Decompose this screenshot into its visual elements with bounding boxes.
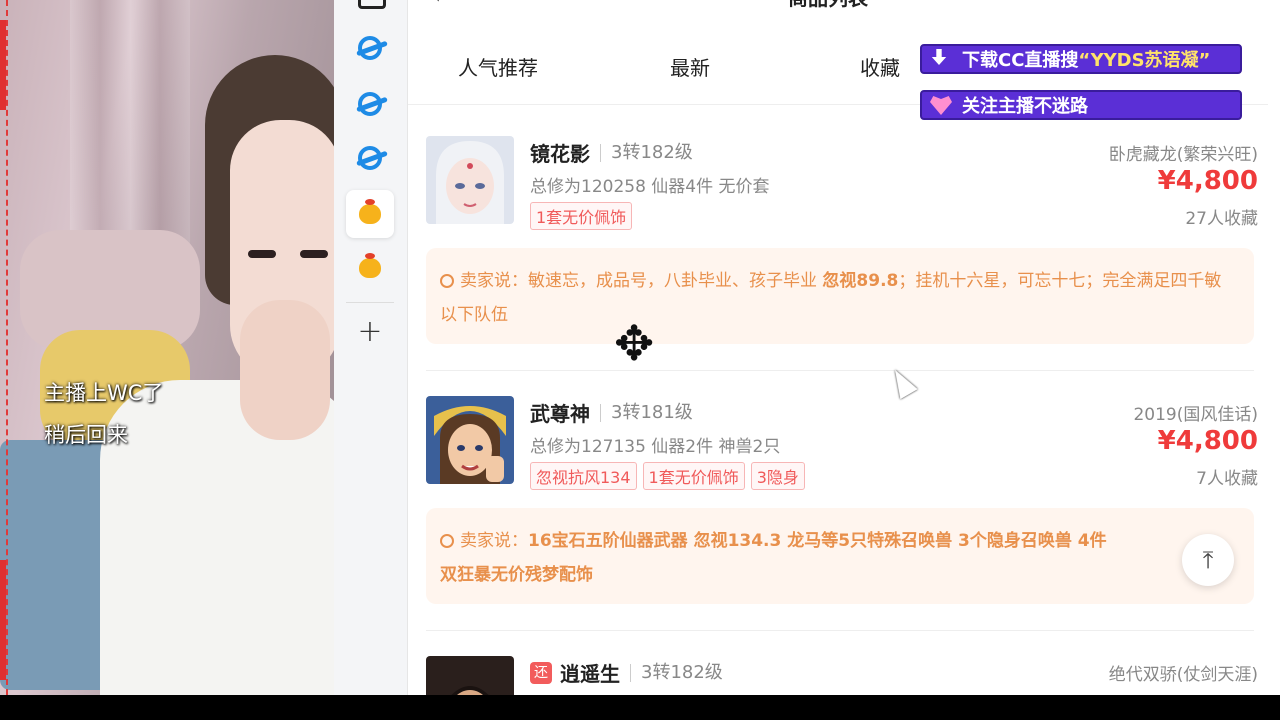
curtain xyxy=(70,0,130,260)
ie-icon xyxy=(358,36,382,60)
tab-newest[interactable]: 最新 xyxy=(670,52,710,81)
list-item[interactable]: 镜花影 3转182级 总修为120258 仙器4件 无价套 1套无价佩饰 卧虎藏… xyxy=(408,136,1268,366)
chick-icon xyxy=(359,253,381,278)
window-icon[interactable] xyxy=(358,0,386,9)
sidebar-app-ie[interactable] xyxy=(346,80,394,128)
download-icon xyxy=(931,49,947,65)
seller-note-label: 卖家说： xyxy=(460,271,528,291)
server-name: 卧虎藏龙(繁荣兴旺) xyxy=(1108,145,1258,165)
seller-note-highlight: 忽视89.8 xyxy=(822,271,899,291)
download-banner-text: 下载CC直播搜 xyxy=(962,50,1079,71)
character-name: 逍遥生 xyxy=(560,662,620,686)
sidebar-divider xyxy=(346,302,394,303)
item-title-row: 还 逍遥生 3转182级 xyxy=(530,658,723,687)
character-level: 3转181级 xyxy=(600,403,693,422)
screen: 主播上WC了 稍后回来 + ‹ 商品列表 人气推荐 最新 收藏 xyxy=(0,0,1280,695)
item-tag: 3隐身 xyxy=(750,462,805,490)
seller-note: 卖家说：敏速忘，成品号，八卦毕业、孩子毕业 忽视89.8；挂机十六星，可忘十七；… xyxy=(426,248,1254,344)
server-name: 绝代双骄(仗剑天涯) xyxy=(1108,665,1258,685)
sidebar-app-ie[interactable] xyxy=(346,134,394,182)
download-banner: 下载CC直播搜 “YYDS苏语凝” xyxy=(920,44,1242,74)
item-tag: 1套无价佩饰 xyxy=(642,462,745,490)
item-title-row: 武尊神 3转181级 xyxy=(530,398,693,427)
favorite-count: 7人收藏 xyxy=(1196,469,1258,489)
character-avatar xyxy=(426,396,514,484)
away-message-line: 稍后回来 xyxy=(44,423,128,447)
dashed-border xyxy=(6,0,8,695)
character-avatar-art xyxy=(426,136,514,224)
item-tag: 1套无价佩饰 xyxy=(530,202,633,230)
move-cursor-icon: ✥ xyxy=(614,316,655,372)
character-avatar xyxy=(426,136,514,224)
curtain xyxy=(130,0,190,260)
character-detail: 总修为127135 仙器2件 神兽2只 xyxy=(530,437,781,457)
sidebar-app-game-active[interactable] xyxy=(346,190,394,238)
follow-banner-text: 关注主播不迷路 xyxy=(962,96,1088,117)
tab-favorites[interactable]: 收藏 xyxy=(860,52,900,81)
tab-popular[interactable]: 人气推荐 xyxy=(458,52,538,81)
server-name: 2019(国风佳话) xyxy=(1133,405,1258,425)
seller-note-label: 卖家说： xyxy=(460,531,528,551)
arrow-up-icon: ⤒ xyxy=(1202,546,1214,574)
character-avatar-art xyxy=(426,656,514,695)
seller-note-highlight: 16宝石五阶仙器武器 忽视134.3 龙马等5只特殊召唤兽 3个隐身召唤兽 4件 xyxy=(528,531,1107,551)
seller-note-text: 敏速忘，成品号，八卦毕业、孩子毕业 xyxy=(528,271,823,291)
away-message-line: 主播上WC了 xyxy=(44,381,164,405)
character-avatar-art xyxy=(426,396,514,484)
download-banner-highlight: “YYDS苏语凝” xyxy=(1078,50,1211,71)
price: ¥4,800 xyxy=(1157,426,1258,456)
add-app-button[interactable]: + xyxy=(346,308,394,356)
list-divider xyxy=(426,630,1254,631)
character-detail: 总修为120258 仙器4件 无价套 xyxy=(530,177,770,197)
scroll-to-top-button[interactable]: ⤒ xyxy=(1182,534,1234,586)
favorite-count: 27人收藏 xyxy=(1185,209,1258,229)
title-bar: ‹ 商品列表 xyxy=(408,0,1268,12)
smile-icon xyxy=(440,534,454,548)
character-avatar xyxy=(426,656,514,695)
smile-icon xyxy=(440,274,454,288)
character-level: 3转182级 xyxy=(630,663,723,682)
page-title: 商品列表 xyxy=(788,0,868,11)
price: ¥4,800 xyxy=(1157,166,1258,196)
tag-list: 忽视抗风134 1套无价佩饰 3隐身 xyxy=(530,462,805,490)
list-divider xyxy=(426,370,1254,371)
chick-icon xyxy=(359,199,381,224)
return-badge: 还 xyxy=(530,661,552,684)
streamer-eye xyxy=(300,250,328,258)
tag-list: 1套无价佩饰 xyxy=(530,202,633,230)
character-name: 武尊神 xyxy=(530,402,590,426)
back-arrow-icon[interactable]: ‹ xyxy=(432,0,441,9)
character-name: 镜花影 xyxy=(530,142,590,166)
character-level: 3转182级 xyxy=(600,143,693,162)
item-tag: 忽视抗风134 xyxy=(530,462,637,490)
sidebar-app-game[interactable] xyxy=(346,244,394,292)
seller-note: 卖家说：16宝石五阶仙器武器 忽视134.3 龙马等5只特殊召唤兽 3个隐身召唤… xyxy=(426,508,1254,604)
follow-banner: 关注主播不迷路 xyxy=(920,90,1242,120)
item-title-row: 镜花影 3转182级 xyxy=(530,138,693,167)
webcam-panel: 主播上WC了 稍后回来 xyxy=(0,0,334,695)
sidebar-app-ie[interactable] xyxy=(346,24,394,72)
list-item[interactable]: 武尊神 3转181级 总修为127135 仙器2件 神兽2只 忽视抗风134 1… xyxy=(408,396,1268,626)
heart-icon xyxy=(930,96,952,115)
seller-note-highlight: 双狂暴无价残梦配饰 xyxy=(440,565,593,585)
streamer-hand xyxy=(240,300,330,440)
list-item[interactable]: 还 逍遥生 3转182级 绝代双骄(仗剑天涯) xyxy=(408,656,1268,695)
plus-icon: + xyxy=(357,314,383,349)
away-message: 主播上WC了 稍后回来 xyxy=(44,372,163,456)
streamer-eye xyxy=(248,250,276,258)
ie-icon xyxy=(358,92,382,116)
ie-icon xyxy=(358,146,382,170)
app-sidebar: + xyxy=(334,0,408,695)
